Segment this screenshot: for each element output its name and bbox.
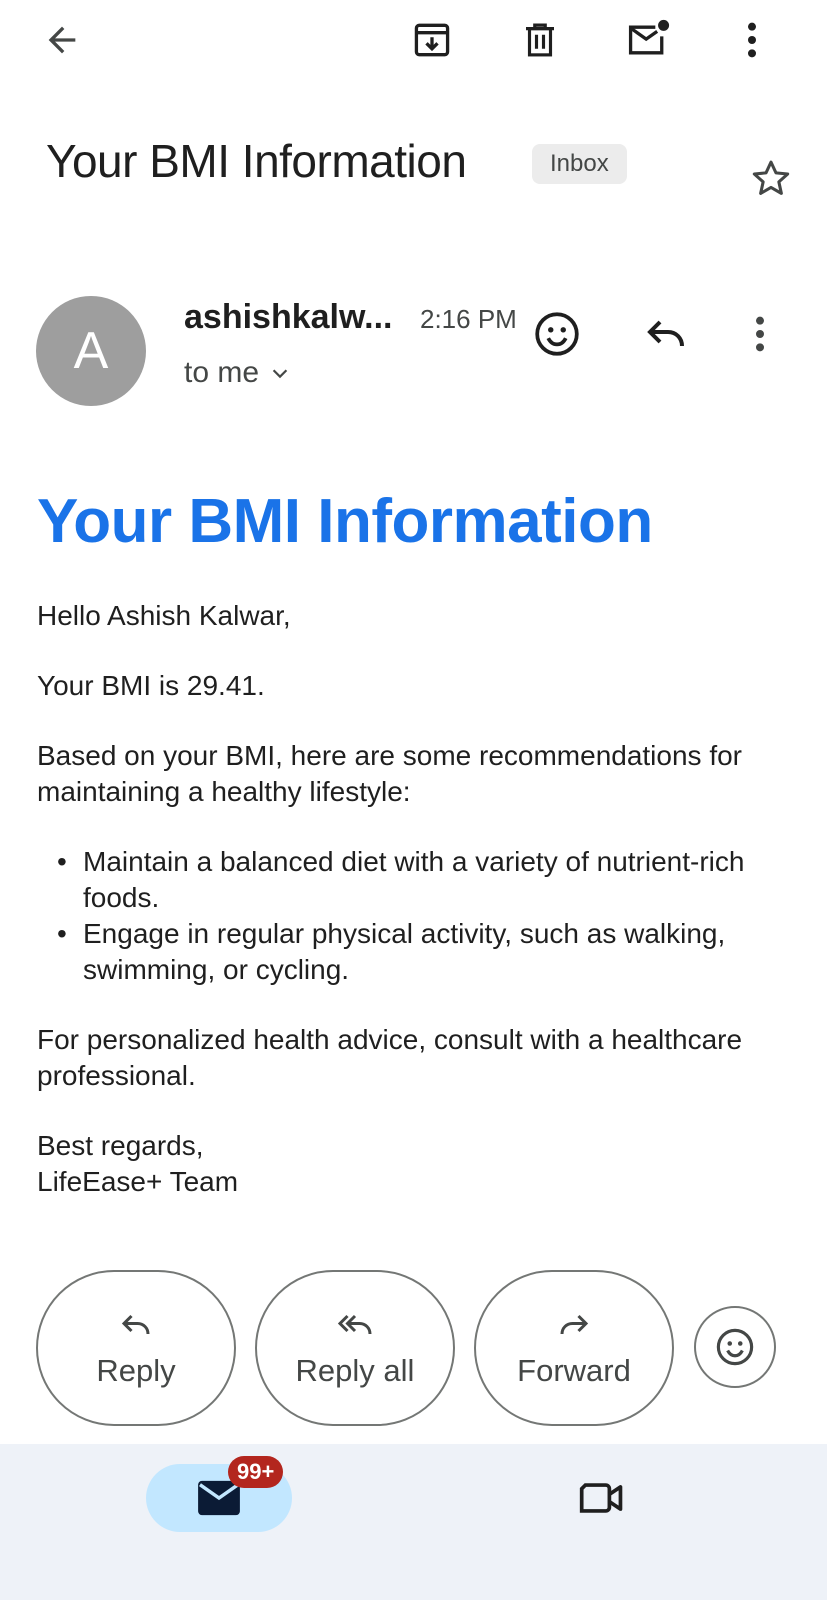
more-options-icon[interactable] — [724, 12, 780, 68]
action-buttons: Reply Reply all Forward — [36, 1270, 816, 1426]
reply-button[interactable]: Reply — [36, 1270, 236, 1426]
reply-all-label: Reply all — [295, 1353, 415, 1388]
reply-icon[interactable] — [636, 304, 696, 364]
unread-count-badge: 99+ — [228, 1456, 284, 1488]
closing-text: Best regards, — [37, 1130, 204, 1161]
forward-icon — [560, 1314, 589, 1335]
emoji-reaction-icon[interactable] — [527, 304, 587, 364]
sender-row: A ashishkalw... 2:16 PM to me — [36, 290, 816, 410]
email-body: Your BMI Information Hello Ashish Kalwar… — [37, 486, 797, 1234]
bottom-navigation: 99+ — [0, 1444, 827, 1600]
recipient-label: to me — [184, 356, 260, 389]
delete-trash-icon[interactable] — [512, 12, 568, 68]
subject-row: Your BMI Information Inbox — [46, 130, 806, 200]
video-camera-icon — [579, 1483, 623, 1513]
reply-icon — [121, 1314, 150, 1335]
chevron-down-icon — [272, 369, 288, 379]
intro-text: Based on your BMI, here are some recomme… — [37, 740, 743, 807]
bmi-value-text: Your BMI is 29.41. — [37, 670, 265, 701]
email-subject: Your BMI Information — [46, 135, 467, 187]
message-more-icon[interactable] — [730, 304, 790, 364]
reply-all-icon — [337, 1314, 372, 1335]
back-arrow-icon[interactable] — [34, 12, 90, 68]
reply-label: Reply — [96, 1353, 176, 1388]
forward-button[interactable]: Forward — [474, 1270, 674, 1426]
avatar[interactable]: A — [36, 296, 146, 406]
list-item: Maintain a balanced diet with a variety … — [57, 844, 797, 916]
inbox-label-badge[interactable]: Inbox — [532, 144, 627, 184]
top-toolbar — [0, 0, 827, 80]
reply-all-button[interactable]: Reply all — [255, 1270, 455, 1426]
list-item: Engage in regular physical activity, suc… — [57, 916, 797, 988]
archive-icon[interactable] — [404, 12, 460, 68]
mark-unread-icon[interactable] — [620, 12, 676, 68]
body-heading: Your BMI Information — [37, 487, 653, 556]
sent-time: 2:16 PM — [420, 304, 517, 334]
meet-tab[interactable] — [572, 1468, 632, 1528]
recommendation-list: Maintain a balanced diet with a variety … — [37, 844, 797, 988]
forward-label: Forward — [517, 1353, 631, 1388]
recipient-toggle[interactable]: to me — [184, 356, 291, 390]
sender-name[interactable]: ashishkalw... — [184, 298, 393, 337]
emoji-icon — [716, 1328, 754, 1366]
emoji-react-button[interactable] — [694, 1306, 776, 1388]
star-icon[interactable] — [746, 154, 796, 204]
advice-text: For personalized health advice, consult … — [37, 1024, 743, 1091]
signature-text: LifeEase+ Team — [37, 1166, 239, 1197]
greeting-text: Hello Ashish Kalwar, — [37, 600, 291, 631]
